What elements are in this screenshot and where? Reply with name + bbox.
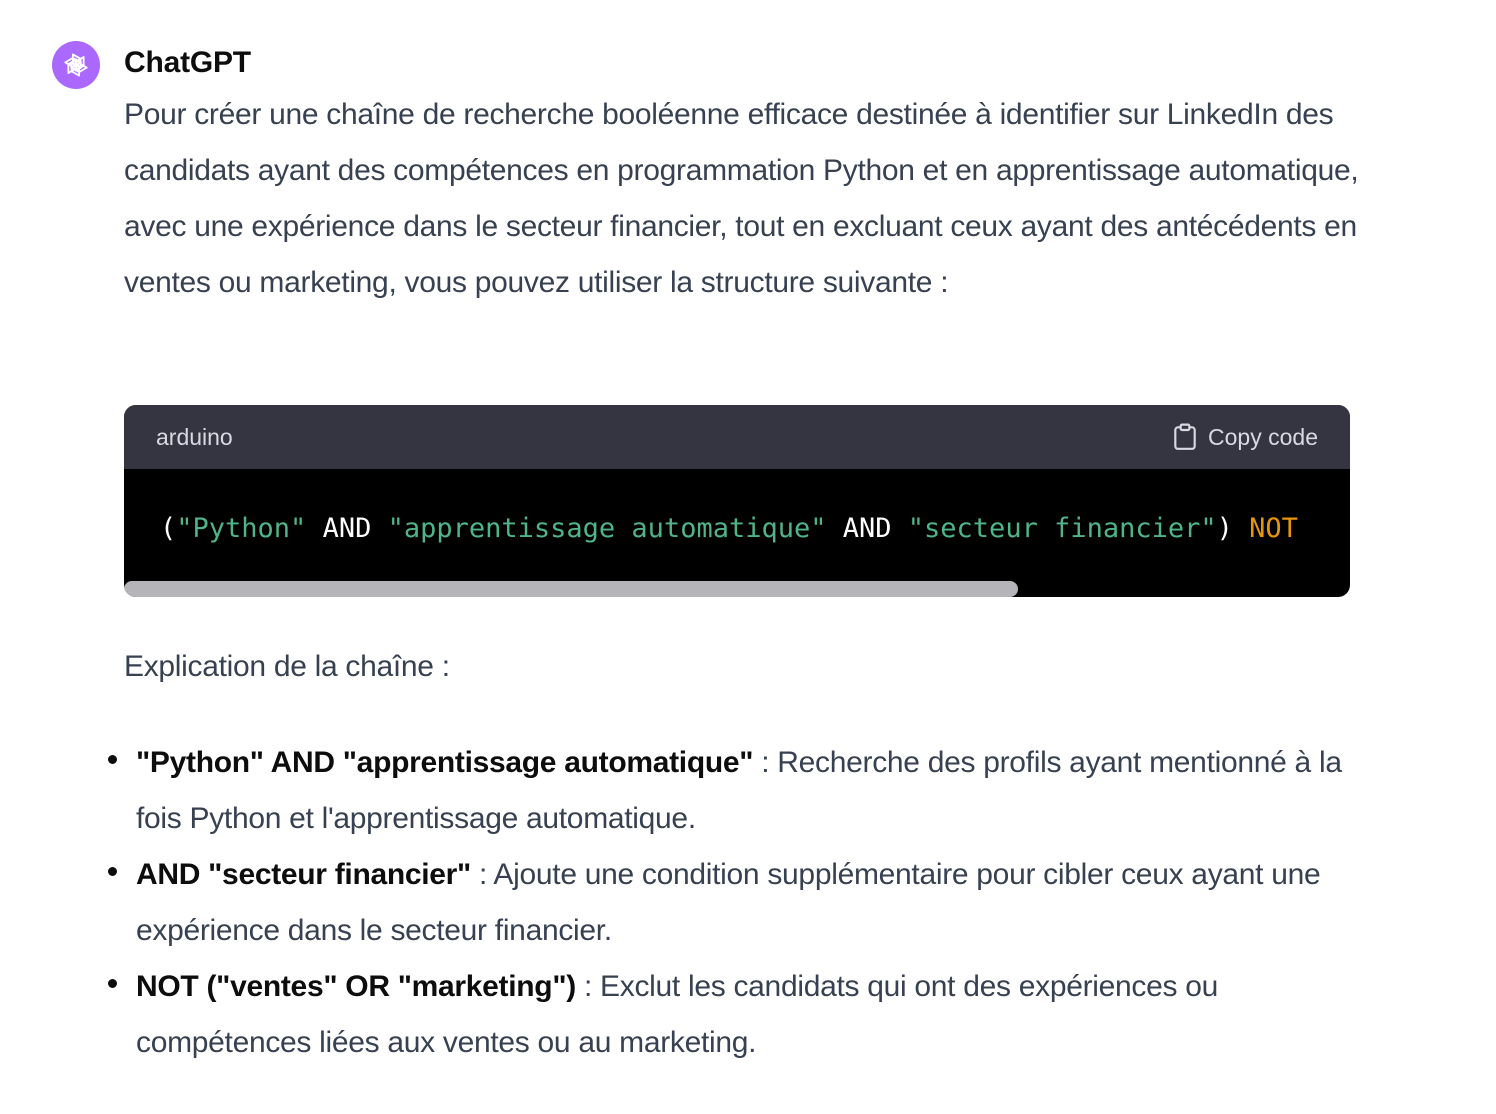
list-item-term: NOT ("ventes" OR "marketing")	[136, 970, 576, 1003]
list-item: NOT ("ventes" OR "marketing") : Exclut l…	[108, 959, 1366, 1071]
openai-logo-icon	[64, 53, 88, 77]
code-language-label: arduino	[156, 423, 233, 450]
code-token-punc: (	[160, 513, 177, 544]
list-item-term: AND "secteur financier"	[136, 858, 471, 891]
list-item: "Python" AND "apprentissage automatique"…	[108, 735, 1366, 847]
bullet-dot-icon	[108, 979, 117, 988]
bullet-dot-icon	[108, 755, 117, 764]
chatgpt-avatar	[52, 41, 100, 89]
explanation-list: "Python" AND "apprentissage automatique"…	[108, 735, 1366, 1071]
code-block: arduino Copy code ("Python" AND "apprent…	[124, 405, 1350, 597]
clipboard-icon	[1174, 423, 1196, 450]
code-block-header: arduino Copy code	[124, 405, 1350, 469]
explanation-heading: Explication de la chaîne :	[124, 650, 450, 683]
code-token-kw: AND	[306, 513, 388, 544]
copy-code-label: Copy code	[1208, 423, 1318, 450]
code-token-str: "Python"	[176, 513, 307, 544]
code-token-punc: )	[1216, 513, 1250, 544]
code-body[interactable]: ("Python" AND "apprentissage automatique…	[124, 469, 1350, 597]
scrollbar-thumb[interactable]	[124, 581, 1018, 597]
code-token-not: NOT	[1249, 513, 1298, 544]
code-token-str: "secteur financier"	[907, 513, 1217, 544]
code-line: ("Python" AND "apprentissage automatique…	[160, 509, 1298, 549]
copy-code-button[interactable]: Copy code	[1172, 423, 1318, 451]
list-item: AND "secteur financier" : Ajoute une con…	[108, 847, 1366, 959]
intro-paragraph: Pour créer une chaîne de recherche boolé…	[124, 98, 1359, 299]
bullet-dot-icon	[108, 867, 117, 876]
horizontal-scrollbar[interactable]	[124, 581, 1350, 597]
message-author: ChatGPT	[124, 46, 251, 79]
list-item-term: "Python" AND "apprentissage automatique"	[136, 746, 754, 779]
code-token-kw: AND	[826, 513, 908, 544]
code-token-str: "apprentissage automatique"	[387, 513, 827, 544]
